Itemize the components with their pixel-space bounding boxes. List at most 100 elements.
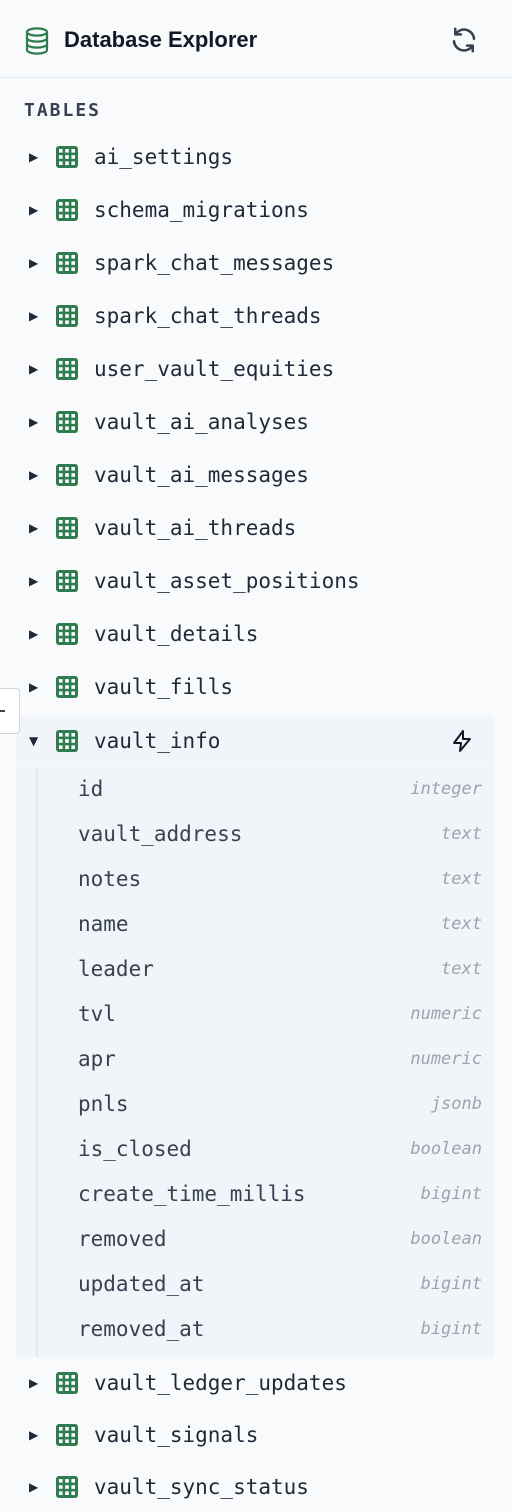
column-row[interactable]: create_time_millis bigint <box>16 1172 494 1216</box>
chevron-right-icon[interactable]: ▶ <box>29 363 38 375</box>
column-name: tvl <box>78 1002 116 1026</box>
column-name: removed_at <box>78 1317 205 1341</box>
tables-section-title: TABLES <box>24 100 102 121</box>
table-name: vault_info <box>94 729 221 753</box>
table-grid-icon <box>56 1372 78 1394</box>
table-row[interactable]: ▶ vault_sync_status <box>16 1462 494 1512</box>
column-list: id integer vault_address text notes text name t… <box>16 767 494 1357</box>
column-name: pnls <box>78 1092 129 1116</box>
column-row[interactable]: removed boolean <box>16 1217 494 1261</box>
table-name: vault_signals <box>94 1423 259 1447</box>
table-name: vault_ai_threads <box>94 516 297 540</box>
header: Database Explorer <box>0 0 512 78</box>
column-type: boolean <box>410 1229 482 1249</box>
table-name: vault_ledger_updates <box>94 1371 347 1395</box>
chevron-right-icon[interactable]: ▶ <box>29 1481 38 1493</box>
column-row[interactable]: apr numeric <box>16 1037 494 1081</box>
table-name: spark_chat_messages <box>94 251 335 275</box>
table-name: user_vault_equities <box>94 357 335 381</box>
table-name: spark_chat_threads <box>94 304 322 328</box>
table-grid-icon <box>56 305 78 327</box>
column-row[interactable]: vault_address text <box>16 812 494 856</box>
column-type: text <box>441 959 482 979</box>
table-name: vault_details <box>94 622 259 646</box>
table-name: schema_migrations <box>94 198 309 222</box>
column-type: text <box>441 824 482 844</box>
column-name: id <box>78 777 104 801</box>
table-row[interactable]: ▶ vault_ledger_updates <box>16 1358 494 1408</box>
column-type: bigint <box>420 1274 482 1294</box>
chevron-right-icon[interactable]: ▶ <box>29 469 38 481</box>
chevron-right-icon[interactable]: ▶ <box>29 1429 38 1441</box>
column-type: bigint <box>420 1184 482 1204</box>
column-name: name <box>78 912 129 936</box>
table-row[interactable]: ▶ ai_settings <box>16 132 494 182</box>
column-type: integer <box>410 779 482 799</box>
table-grid-icon <box>56 199 78 221</box>
column-name: updated_at <box>78 1272 205 1296</box>
column-row[interactable]: removed_at bigint <box>16 1307 494 1351</box>
column-name: notes <box>78 867 142 891</box>
chevron-right-icon[interactable]: ▶ <box>29 628 38 640</box>
table-row[interactable]: ▶ vault_signals <box>16 1410 494 1460</box>
table-grid-icon <box>56 1424 78 1446</box>
chevron-right-icon[interactable]: ▶ <box>29 1377 38 1389</box>
table-row[interactable]: ▶ schema_migrations <box>16 185 494 235</box>
table-row[interactable]: ▶ vault_ai_threads <box>16 503 494 553</box>
chevron-right-icon[interactable]: ▶ <box>29 681 38 693</box>
app-title: Database Explorer <box>64 27 258 52</box>
column-row[interactable]: updated_at bigint <box>16 1262 494 1306</box>
table-row[interactable]: ▶ vault_details <box>16 609 494 659</box>
column-row[interactable]: leader text <box>16 947 494 991</box>
column-type: numeric <box>410 1004 482 1024</box>
chevron-right-icon[interactable]: ▶ <box>29 310 38 322</box>
column-type: text <box>441 914 482 934</box>
column-type: boolean <box>410 1139 482 1159</box>
column-row[interactable]: notes text <box>16 857 494 901</box>
chevron-right-icon[interactable]: ▶ <box>29 151 38 163</box>
table-row[interactable]: ▶ user_vault_equities <box>16 344 494 394</box>
table-name: vault_fills <box>94 675 234 699</box>
lightning-bolt-icon[interactable] <box>450 729 474 753</box>
table-row[interactable]: ▶ vault_ai_messages <box>16 450 494 500</box>
chevron-right-icon[interactable]: ▶ <box>29 257 38 269</box>
table-grid-icon <box>56 411 78 433</box>
column-name: vault_address <box>78 822 243 846</box>
column-row[interactable]: pnls jsonb <box>16 1082 494 1126</box>
column-type: numeric <box>410 1049 482 1069</box>
chevron-right-icon[interactable]: ▶ <box>29 522 38 534</box>
table-grid-icon <box>56 252 78 274</box>
chevron-right-icon[interactable]: ▶ <box>29 204 38 216</box>
table-row[interactable]: ▶ vault_fills <box>16 662 494 712</box>
column-type: bigint <box>420 1319 482 1339</box>
column-row[interactable]: id integer <box>16 767 494 811</box>
column-name: leader <box>78 957 154 981</box>
refresh-icon[interactable] <box>449 25 479 55</box>
chevron-right-icon[interactable]: ▶ <box>29 416 38 428</box>
chevron-right-icon[interactable]: ▶ <box>29 575 38 587</box>
panel-collapse-handle[interactable] <box>0 688 20 734</box>
column-name: create_time_millis <box>78 1182 306 1206</box>
column-name: apr <box>78 1047 116 1071</box>
table-name: vault_sync_status <box>94 1475 309 1499</box>
column-type: text <box>441 869 482 889</box>
table-row[interactable]: ▶ spark_chat_threads <box>16 291 494 341</box>
table-grid-icon <box>56 358 78 380</box>
column-name: is_closed <box>78 1137 192 1161</box>
table-name: vault_asset_positions <box>94 569 360 593</box>
table-grid-icon <box>56 1476 78 1498</box>
column-row[interactable]: name text <box>16 902 494 946</box>
table-grid-icon <box>56 146 78 168</box>
database-icon <box>25 27 49 55</box>
column-row[interactable]: is_closed boolean <box>16 1127 494 1171</box>
table-row[interactable]: ▶ spark_chat_messages <box>16 238 494 288</box>
table-row[interactable]: ▶ vault_asset_positions <box>16 556 494 606</box>
table-name: vault_ai_analyses <box>94 410 309 434</box>
table-row[interactable]: ▶ vault_ai_analyses <box>16 397 494 447</box>
table-grid-icon <box>56 517 78 539</box>
column-row[interactable]: tvl numeric <box>16 992 494 1036</box>
table-grid-icon <box>56 464 78 486</box>
table-grid-icon <box>56 676 78 698</box>
table-row[interactable]: ▼ vault_info <box>16 716 494 766</box>
chevron-down-icon[interactable]: ▼ <box>29 735 38 747</box>
